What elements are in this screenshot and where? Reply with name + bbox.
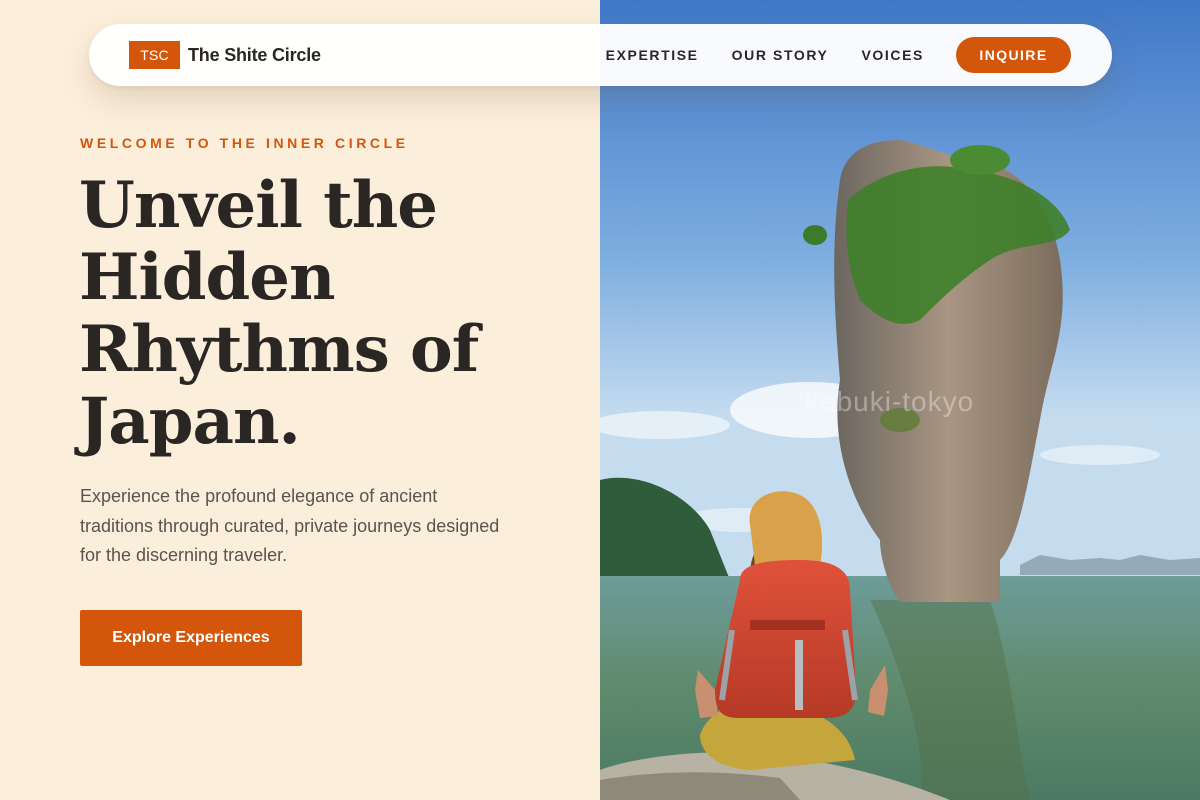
inquire-button[interactable]: INQUIRE bbox=[956, 37, 1071, 73]
hero-headline: Unveil the Hidden Rhythms of Japan. bbox=[79, 168, 479, 459]
hero-subtext: Experience the profound elegance of anci… bbox=[80, 486, 500, 565]
hero-photo: kabuki-tokyo bbox=[600, 0, 1200, 800]
photo-watermark: kabuki-tokyo bbox=[805, 386, 975, 417]
nav-link-our-story[interactable]: OUR STORY bbox=[732, 47, 829, 63]
nav-link-voices[interactable]: VOICES bbox=[861, 47, 924, 63]
hero-eyebrow: WELCOME TO THE INNER CIRCLE bbox=[80, 135, 409, 151]
logo-badge[interactable]: TSC bbox=[129, 41, 180, 69]
nav-links: EXPERTISE OUR STORY VOICES INQUIRE bbox=[606, 37, 1071, 73]
brand-name[interactable]: The Shite Circle bbox=[188, 45, 321, 66]
top-navigation-bar: TSC The Shite Circle EXPERTISE OUR STORY… bbox=[89, 24, 1112, 86]
nav-link-expertise[interactable]: EXPERTISE bbox=[606, 47, 699, 63]
explore-experiences-button[interactable]: Explore Experiences bbox=[80, 610, 302, 666]
